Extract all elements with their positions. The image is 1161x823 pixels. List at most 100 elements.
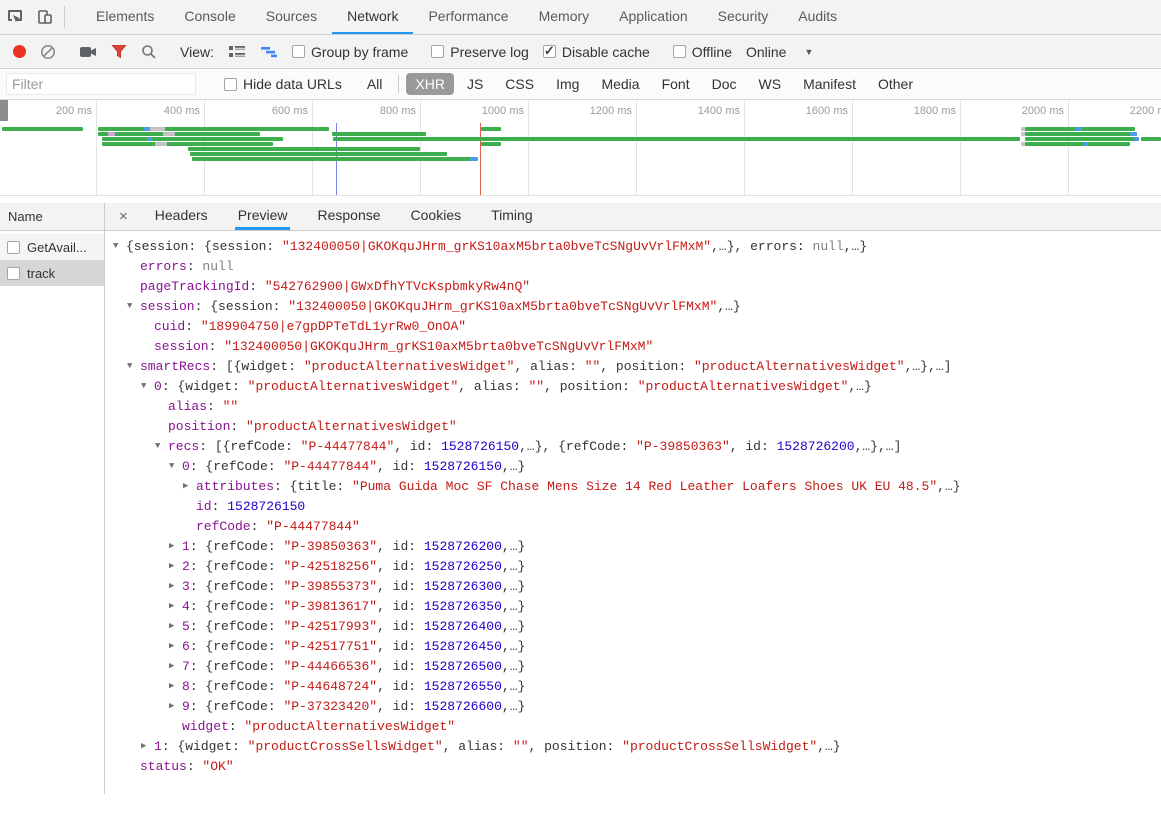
preserve-log-checkbox[interactable]: Preserve log — [431, 44, 529, 60]
tree-expand-arrow-icon[interactable]: ▶ — [169, 556, 182, 576]
tree-line[interactable]: ▼smartRecs: [{widget: "productAlternativ… — [105, 357, 1161, 377]
tree-line[interactable]: ▶8: {refCode: "P-44648724", id: 15287265… — [105, 677, 1161, 697]
request-checkbox[interactable] — [7, 241, 20, 254]
request-bar — [481, 127, 501, 131]
throttling-value: Online — [746, 44, 786, 60]
request-row[interactable]: track — [0, 260, 104, 286]
tree-expand-arrow-icon[interactable]: ▼ — [169, 456, 182, 476]
tree-expand-arrow-icon[interactable]: ▼ — [127, 296, 140, 316]
tree-expand-arrow-icon[interactable]: ▶ — [169, 636, 182, 656]
tree-expand-arrow-icon[interactable]: ▶ — [183, 476, 196, 496]
disable-cache-checkbox[interactable]: Disable cache — [543, 44, 650, 60]
close-icon[interactable]: × — [105, 203, 140, 230]
tab-sources[interactable]: Sources — [251, 0, 332, 34]
filter-type-doc[interactable]: Doc — [703, 73, 746, 95]
throttling-select[interactable]: Online ▼ — [746, 44, 813, 60]
tree-line[interactable]: ▶3: {refCode: "P-39855373", id: 15287263… — [105, 577, 1161, 597]
detail-tab-headers[interactable]: Headers — [152, 203, 211, 230]
tree-line[interactable]: ▶6: {refCode: "P-42517751", id: 15287264… — [105, 637, 1161, 657]
tree-expand-arrow-icon[interactable]: ▼ — [155, 436, 168, 456]
tab-performance[interactable]: Performance — [413, 0, 523, 34]
tree-line[interactable]: ▶4: {refCode: "P-39813617", id: 15287263… — [105, 597, 1161, 617]
tree-expand-arrow-icon[interactable]: ▶ — [169, 576, 182, 596]
request-bar — [470, 157, 478, 161]
filter-type-img[interactable]: Img — [547, 73, 588, 95]
tab-elements[interactable]: Elements — [81, 0, 169, 34]
clear-icon[interactable] — [40, 44, 56, 60]
filter-type-xhr[interactable]: XHR — [406, 73, 454, 95]
detail-tab-cookies[interactable]: Cookies — [408, 203, 465, 230]
tab-application[interactable]: Application — [604, 0, 703, 34]
request-bar — [150, 127, 165, 131]
filter-type-ws[interactable]: WS — [750, 73, 791, 95]
tree-line: alias: "" — [105, 397, 1161, 417]
tree-line: pageTrackingId: "542762900|GWxDfhYTVcKsp… — [105, 277, 1161, 297]
group-by-frame-checkbox[interactable]: Group by frame — [292, 44, 408, 60]
filter-type-font[interactable]: Font — [653, 73, 699, 95]
divider — [64, 6, 65, 28]
tree-line[interactable]: ▼recs: [{refCode: "P-44477844", id: 1528… — [105, 437, 1161, 457]
filter-type-all[interactable]: All — [358, 73, 392, 95]
tab-network[interactable]: Network — [332, 0, 413, 34]
timeline-overview[interactable]: 200 ms400 ms600 ms800 ms1000 ms1200 ms14… — [0, 100, 1161, 196]
detail-tab-timing[interactable]: Timing — [488, 203, 536, 230]
tree-expand-arrow-icon[interactable]: ▶ — [169, 696, 182, 716]
request-bar — [147, 137, 152, 141]
offline-checkbox[interactable]: Offline — [673, 44, 732, 60]
tree-line[interactable]: ▼0: {widget: "productAlternativesWidget"… — [105, 377, 1161, 397]
header-strip: Name × HeadersPreviewResponseCookiesTimi… — [0, 203, 1161, 231]
tab-audits[interactable]: Audits — [783, 0, 852, 34]
tree-line[interactable]: ▼0: {refCode: "P-44477844", id: 15287261… — [105, 457, 1161, 477]
request-bar — [102, 137, 283, 141]
filter-input[interactable] — [6, 73, 196, 95]
request-bar — [163, 132, 175, 136]
filter-type-other[interactable]: Other — [869, 73, 922, 95]
tree-expand-arrow-icon[interactable]: ▶ — [169, 656, 182, 676]
tree-line: id: 1528726150 — [105, 497, 1161, 517]
overview-handle[interactable] — [0, 100, 8, 121]
overview-icon[interactable] — [260, 45, 278, 59]
request-checkbox[interactable] — [7, 267, 20, 280]
filter-type-js[interactable]: JS — [458, 73, 492, 95]
device-toolbar-icon[interactable] — [30, 0, 60, 34]
tree-expand-arrow-icon[interactable]: ▶ — [169, 596, 182, 616]
filter-type-media[interactable]: Media — [592, 73, 648, 95]
tab-memory[interactable]: Memory — [524, 0, 605, 34]
request-name: track — [27, 266, 55, 281]
tree-expand-arrow-icon[interactable]: ▼ — [127, 356, 140, 376]
large-rows-icon[interactable] — [228, 45, 246, 59]
tab-console[interactable]: Console — [169, 0, 250, 34]
search-icon[interactable] — [141, 44, 157, 60]
filter-funnel-icon[interactable] — [111, 44, 127, 59]
filter-type-css[interactable]: CSS — [496, 73, 543, 95]
tree-line[interactable]: ▶1: {refCode: "P-39850363", id: 15287262… — [105, 537, 1161, 557]
tree-expand-arrow-icon[interactable]: ▶ — [141, 736, 154, 756]
tree-line[interactable]: ▶5: {refCode: "P-42517993", id: 15287264… — [105, 617, 1161, 637]
request-row[interactable]: GetAvail... — [0, 234, 104, 260]
tab-security[interactable]: Security — [703, 0, 784, 34]
tree-line[interactable]: ▶7: {refCode: "P-44466536", id: 15287265… — [105, 657, 1161, 677]
ruler-tick: 1200 ms — [529, 100, 637, 195]
tree-expand-arrow-icon[interactable]: ▼ — [113, 236, 126, 256]
tree-expand-arrow-icon[interactable]: ▶ — [169, 536, 182, 556]
filter-type-manifest[interactable]: Manifest — [794, 73, 865, 95]
tree-expand-arrow-icon[interactable]: ▶ — [169, 676, 182, 696]
hide-data-urls-checkbox[interactable]: Hide data URLs — [224, 76, 342, 92]
tree-expand-arrow-icon[interactable]: ▼ — [141, 376, 154, 396]
inspect-icon[interactable] — [0, 0, 30, 34]
tree-line[interactable]: ▼{session: {session: "132400050|GKOKquJH… — [105, 237, 1161, 257]
tree-line[interactable]: ▶2: {refCode: "P-42518256", id: 15287262… — [105, 557, 1161, 577]
tree-line[interactable]: ▼session: {session: "132400050|GKOKquJHr… — [105, 297, 1161, 317]
detail-tab-preview[interactable]: Preview — [235, 203, 291, 230]
network-toolbar: View: Group by frame Preserve log Disa — [0, 35, 1161, 69]
tree-expand-arrow-icon[interactable]: ▶ — [169, 616, 182, 636]
tree-line[interactable]: ▶1: {widget: "productCrossSellsWidget", … — [105, 737, 1161, 757]
camera-icon[interactable] — [79, 45, 97, 59]
request-bar — [98, 127, 329, 131]
tree-line[interactable]: ▶attributes: {title: "Puma Guida Moc SF … — [105, 477, 1161, 497]
tree-line[interactable]: ▶9: {refCode: "P-37323420", id: 15287266… — [105, 697, 1161, 717]
record-icon[interactable] — [13, 45, 26, 58]
detail-tab-response[interactable]: Response — [314, 203, 383, 230]
request-bar — [332, 132, 426, 136]
network-body: GetAvail... track ▼{session: {session: "1… — [0, 231, 1161, 794]
